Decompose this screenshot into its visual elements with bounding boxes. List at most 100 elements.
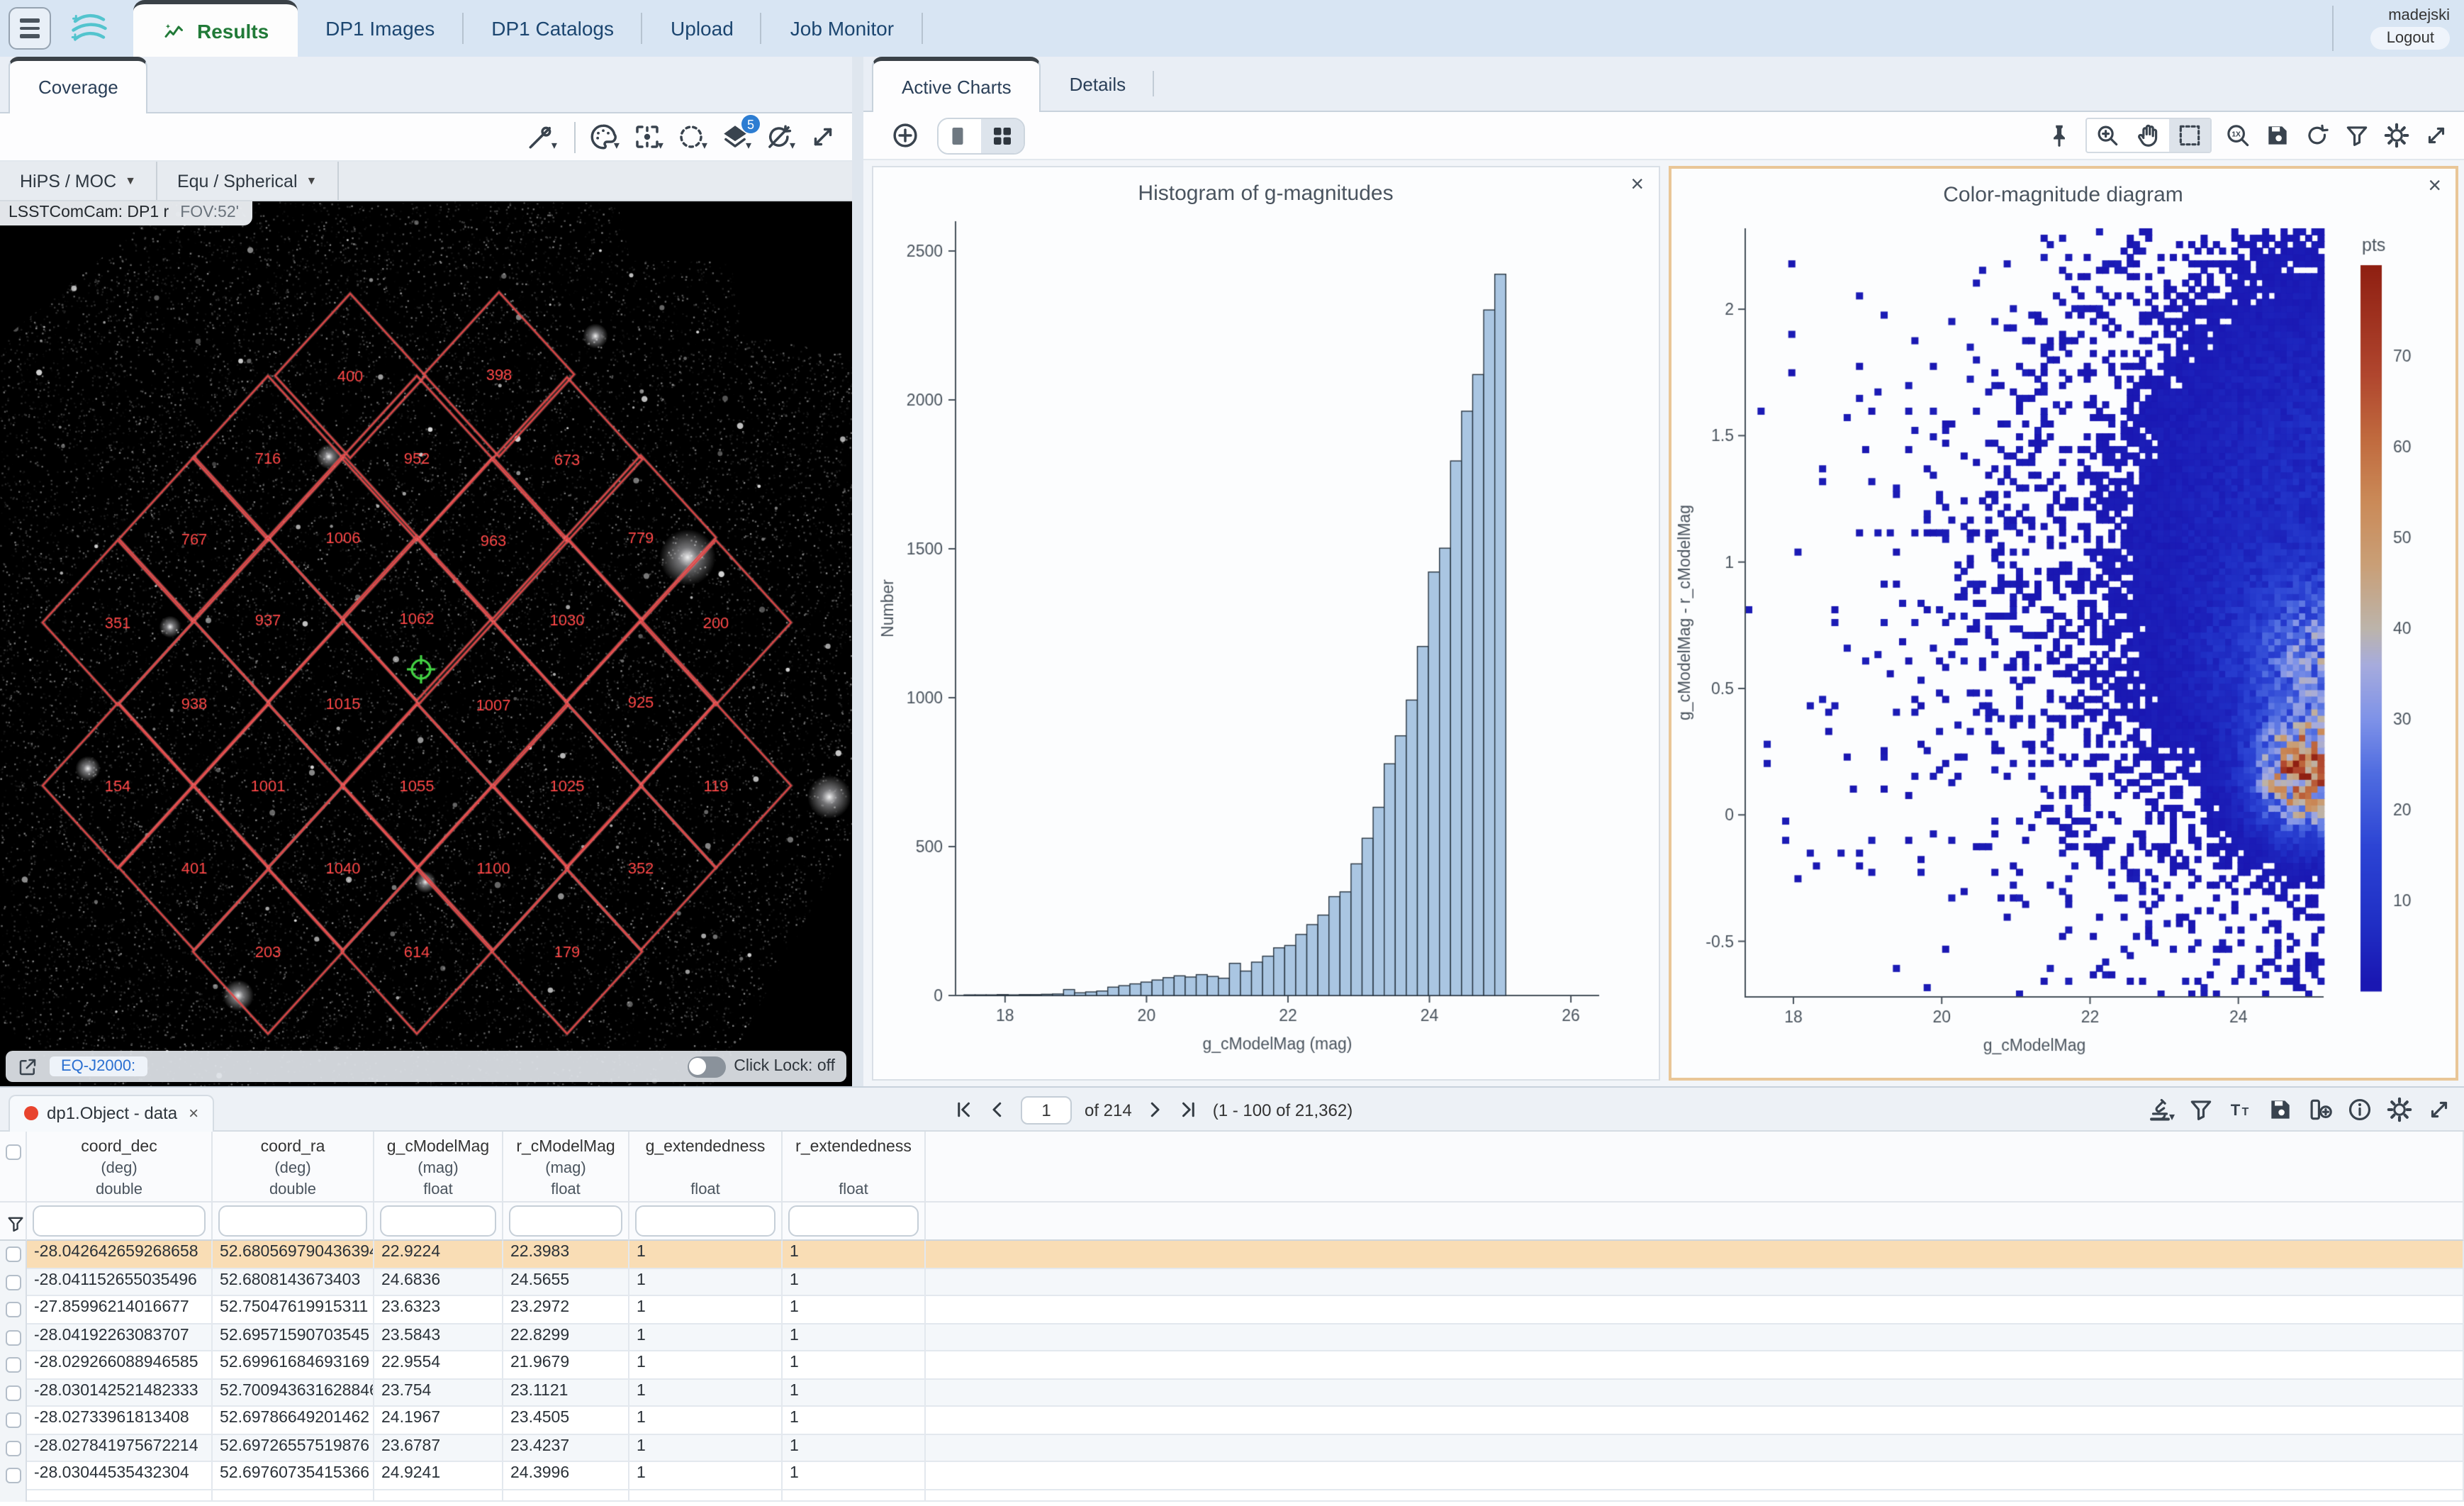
microscope-icon[interactable]: ▾ bbox=[2146, 1096, 2175, 1123]
row-checkbox[interactable] bbox=[5, 1468, 21, 1484]
nav-tab-results[interactable]: Results bbox=[133, 0, 297, 57]
cmd-canvas[interactable] bbox=[1671, 211, 2453, 1071]
nav-tab-upload[interactable]: Upload bbox=[642, 0, 762, 57]
gear-icon[interactable] bbox=[2383, 122, 2410, 149]
app-logo-icon bbox=[57, 0, 122, 57]
close-icon[interactable]: × bbox=[2428, 177, 2441, 197]
filter-input-r_extendedness[interactable] bbox=[788, 1205, 919, 1237]
zoom-1x-icon[interactable]: 1X bbox=[2224, 122, 2251, 149]
zoom-in-icon[interactable] bbox=[2087, 119, 2128, 152]
table-cell: -28.027841975672214 bbox=[27, 1434, 213, 1462]
page-prev-icon[interactable] bbox=[987, 1099, 1008, 1120]
row-checkbox[interactable] bbox=[5, 1413, 21, 1429]
plus-circle-icon[interactable] bbox=[890, 121, 920, 150]
nav-tab-dp1-images[interactable]: DP1 Images bbox=[297, 0, 463, 57]
filter-input-g_cModelMag[interactable] bbox=[380, 1205, 496, 1237]
filter-icon[interactable] bbox=[2188, 1096, 2214, 1123]
info-icon[interactable] bbox=[2346, 1096, 2373, 1123]
mode-button-group bbox=[2085, 118, 2212, 153]
table-row[interactable]: -28.0419226308370752.6957159070354523.58… bbox=[0, 1324, 2464, 1351]
table-row[interactable]: -28.02926608894658552.6996168469316922.9… bbox=[0, 1351, 2464, 1379]
table-cell: 23.6323 bbox=[374, 1296, 503, 1324]
pan-hand-icon[interactable] bbox=[2128, 119, 2169, 152]
pin-icon[interactable] bbox=[2046, 122, 2073, 149]
histogram-canvas[interactable] bbox=[873, 210, 1647, 1069]
table-row[interactable]: -28.04115265503549652.680814367340324.68… bbox=[0, 1268, 2464, 1296]
row-checkbox[interactable] bbox=[5, 1330, 21, 1346]
text-format-icon[interactable]: TT bbox=[2227, 1096, 2254, 1123]
table-row[interactable]: -28.04264265926865852.68056979043639422.… bbox=[0, 1241, 2464, 1268]
filter-input-coord_ra[interactable] bbox=[218, 1205, 367, 1237]
row-checkbox[interactable] bbox=[5, 1358, 21, 1373]
top-navbar: ResultsDP1 ImagesDP1 CatalogsUploadJob M… bbox=[0, 0, 2464, 57]
nav-tab-dp1-catalogs[interactable]: DP1 Catalogs bbox=[463, 0, 642, 57]
cmd-title: Color-magnitude diagram bbox=[1671, 169, 2455, 211]
row-checkbox[interactable] bbox=[5, 1247, 21, 1263]
row-checkbox[interactable] bbox=[5, 1303, 21, 1318]
table-row[interactable]: -28.0273396181340852.6978664920146224.19… bbox=[0, 1407, 2464, 1434]
expand-icon[interactable] bbox=[2423, 122, 2450, 149]
table-cell: 52.6808143673403 bbox=[213, 1268, 374, 1296]
table-row[interactable]: -27.8599621401667752.7504761991531123.63… bbox=[0, 1296, 2464, 1324]
tools-icon[interactable]: ▾ bbox=[526, 122, 557, 152]
expand-icon[interactable] bbox=[2426, 1096, 2453, 1123]
sky-coverage-canvas[interactable] bbox=[0, 201, 852, 1086]
column-header-coord_dec[interactable]: coord_dec(deg)double bbox=[27, 1132, 213, 1203]
table-status-dot bbox=[24, 1106, 38, 1120]
layers-icon[interactable]: ▾5 bbox=[720, 122, 751, 152]
logout-button[interactable]: Logout bbox=[2371, 27, 2450, 50]
add-column-icon[interactable] bbox=[2307, 1096, 2334, 1123]
single-view-icon[interactable] bbox=[939, 118, 981, 152]
row-checkbox[interactable] bbox=[5, 1441, 21, 1456]
save-icon[interactable] bbox=[2267, 1096, 2294, 1123]
table-row[interactable]: -28.03014252148233352.70094363162884623.… bbox=[0, 1379, 2464, 1407]
column-header-g_cModelMag[interactable]: g_cModelMag(mag)float bbox=[374, 1132, 503, 1203]
cmd-chart-card: Color-magnitude diagram × bbox=[1668, 166, 2458, 1081]
expand-icon[interactable] bbox=[808, 122, 838, 152]
row-filler bbox=[926, 1407, 2464, 1434]
tab-active-charts[interactable]: Active Charts bbox=[872, 57, 1041, 113]
page-next-icon[interactable] bbox=[1145, 1099, 1166, 1120]
column-header-r_extendedness[interactable]: r_extendedness float bbox=[783, 1132, 926, 1203]
palette-icon[interactable]: ▾ bbox=[588, 122, 620, 152]
hips-moc-dropdown[interactable]: HiPS / MOC▼ bbox=[0, 162, 157, 200]
close-icon[interactable]: × bbox=[189, 1103, 198, 1123]
column-header-g_extendedness[interactable]: g_extendedness float bbox=[629, 1132, 783, 1203]
charts-tabstrip: Active ChartsDetails bbox=[863, 57, 2464, 113]
panel-divider[interactable] bbox=[852, 57, 863, 1086]
nav-tab-job-monitor[interactable]: Job Monitor bbox=[762, 0, 922, 57]
table-row[interactable]: -28.0304453543230452.6976073541536624.92… bbox=[0, 1462, 2464, 1490]
row-checkbox[interactable] bbox=[5, 1275, 21, 1290]
data-table: coord_dec(deg)doublecoord_ra(deg)doubleg… bbox=[0, 1132, 2464, 1506]
table-cell: 22.9554 bbox=[374, 1351, 503, 1379]
refresh-icon[interactable] bbox=[2304, 122, 2331, 149]
filter-input-r_cModelMag[interactable] bbox=[509, 1205, 622, 1237]
filter-icon[interactable] bbox=[2343, 122, 2370, 149]
table-row[interactable]: -28.02784197567221452.6972655751987623.6… bbox=[0, 1434, 2464, 1462]
center-icon[interactable]: ▾ bbox=[632, 122, 663, 152]
page-number-input[interactable] bbox=[1021, 1095, 1072, 1124]
hamburger-menu-button[interactable] bbox=[9, 7, 51, 50]
close-icon[interactable]: × bbox=[1630, 176, 1644, 196]
box-select-icon[interactable] bbox=[2169, 119, 2210, 152]
save-icon[interactable] bbox=[2264, 122, 2291, 149]
select-all-checkbox[interactable] bbox=[5, 1144, 21, 1160]
page-last-icon[interactable] bbox=[1179, 1099, 1200, 1120]
column-header-coord_ra[interactable]: coord_ra(deg)double bbox=[213, 1132, 374, 1203]
table-tab[interactable]: dp1.Object - data × bbox=[9, 1094, 214, 1131]
gear-icon[interactable] bbox=[2386, 1096, 2413, 1123]
filter-input-g_extendedness[interactable] bbox=[635, 1205, 775, 1237]
coord-system-dropdown[interactable]: Equ / Spherical▼ bbox=[157, 162, 338, 200]
histogram-title: Histogram of g-magnitudes bbox=[873, 167, 1658, 210]
column-header-r_cModelMag[interactable]: r_cModelMag(mag)float bbox=[503, 1132, 629, 1203]
tab-details[interactable]: Details bbox=[1041, 57, 1155, 111]
click-lock-toggle[interactable] bbox=[687, 1056, 725, 1077]
filter-input-coord_dec[interactable] bbox=[33, 1205, 206, 1237]
tab-coverage[interactable]: Coverage bbox=[9, 57, 148, 113]
external-link-icon[interactable] bbox=[17, 1056, 38, 1077]
rotate-off-icon[interactable]: ▾ bbox=[764, 122, 795, 152]
grid-view-icon[interactable] bbox=[981, 118, 1024, 152]
lasso-icon[interactable]: ▾ bbox=[676, 122, 707, 152]
page-first-icon[interactable] bbox=[953, 1099, 974, 1120]
row-checkbox[interactable] bbox=[5, 1385, 21, 1401]
